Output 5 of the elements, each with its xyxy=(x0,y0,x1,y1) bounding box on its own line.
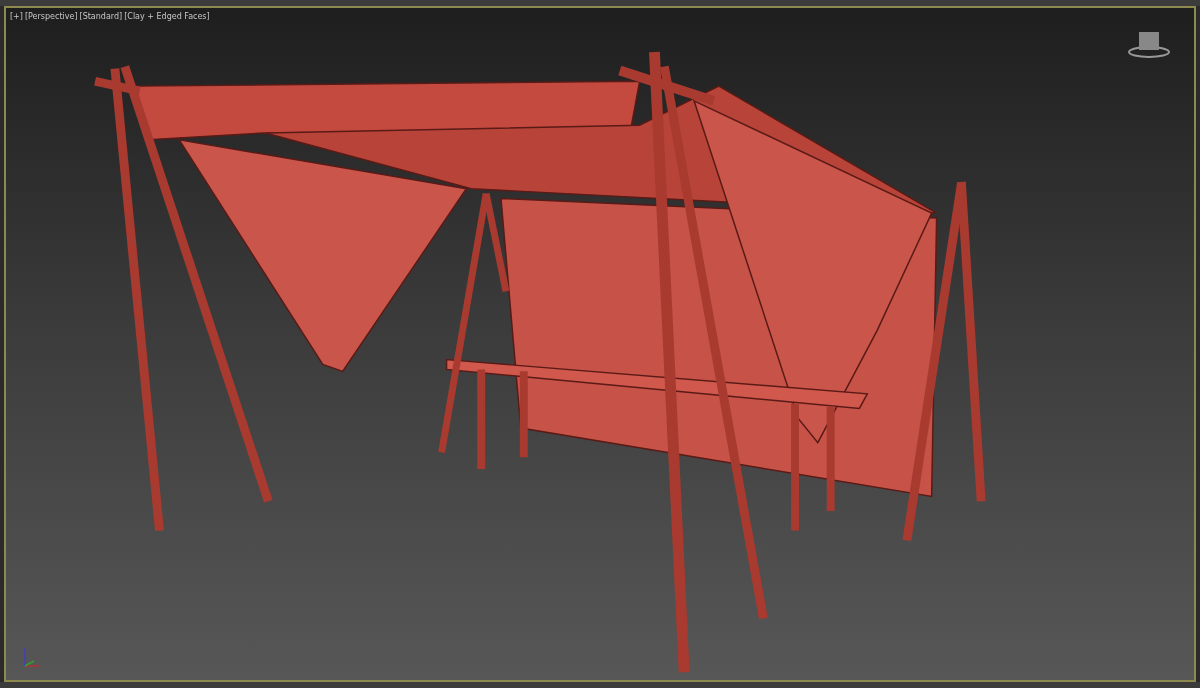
viewport-menu-label[interactable]: [Standard] xyxy=(79,12,123,21)
viewport-menu-label[interactable]: [Perspective] xyxy=(24,12,78,21)
viewport-menu-label[interactable]: [Clay + Edged Faces] xyxy=(124,12,210,21)
axis-tripod-icon xyxy=(22,646,42,670)
viewport-menu-label[interactable]: [+] xyxy=(10,12,23,21)
